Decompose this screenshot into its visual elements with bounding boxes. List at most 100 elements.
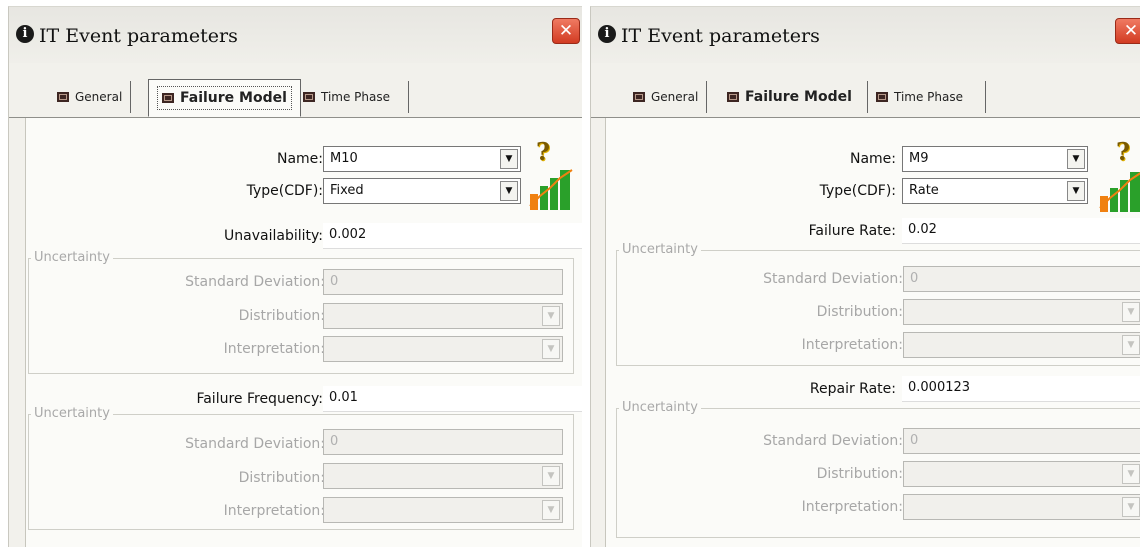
group-label: Uncertainty <box>31 406 113 421</box>
distribution-select[interactable]: ▼ <box>903 461 1140 487</box>
help-icon[interactable]: ? <box>536 137 550 166</box>
chevron-down-icon[interactable]: ▼ <box>500 181 518 201</box>
tab-label-wrap: Failure Model <box>157 86 292 110</box>
failure-model-panel: Name: M10 ▼ ? Type(CDF): Fixed ▼ Unavail… <box>25 118 582 547</box>
tab-general[interactable]: General <box>49 81 132 113</box>
distribution-label: Distribution: <box>816 466 903 482</box>
chevron-down-icon[interactable]: ▼ <box>1122 464 1140 484</box>
chevron-down-icon[interactable]: ▼ <box>1067 181 1085 201</box>
chevron-down-icon[interactable]: ▼ <box>1122 497 1140 517</box>
tab-time-phase[interactable]: Time Phase <box>867 81 987 113</box>
std-dev-input[interactable]: 0 <box>903 428 1140 454</box>
group-label: Uncertainty <box>31 250 113 265</box>
it-event-parameters-dialog-2: i IT Event parameters ✕ General Failure … <box>590 6 1140 547</box>
tab-label: General <box>75 90 123 104</box>
distribution-select[interactable]: ▼ <box>323 303 563 329</box>
tab-label: Time Phase <box>321 90 391 104</box>
std-dev-input[interactable]: 0 <box>323 269 563 295</box>
type-select[interactable]: Fixed ▼ <box>323 178 521 204</box>
std-dev-label: Standard Deviation: <box>763 433 903 449</box>
interpretation-label: Interpretation: <box>801 499 903 515</box>
group-label: Uncertainty <box>619 400 701 415</box>
info-icon: i <box>16 25 34 43</box>
name-value: M10 <box>330 151 358 166</box>
std-dev-label: Standard Deviation: <box>763 271 903 287</box>
tab-icon <box>633 92 645 102</box>
close-icon[interactable]: ✕ <box>552 18 580 44</box>
type-label: Type(CDF): <box>819 183 896 199</box>
tab-strip: General Failure Model Time Phase <box>9 63 582 118</box>
distribution-select[interactable]: ▼ <box>323 463 563 489</box>
name-select[interactable]: M9 ▼ <box>902 146 1088 172</box>
chevron-down-icon[interactable]: ▼ <box>542 466 560 486</box>
dialog-title: IT Event parameters <box>39 25 238 47</box>
distribution-label: Distribution: <box>816 304 903 320</box>
chevron-down-icon[interactable]: ▼ <box>542 339 560 359</box>
distribution-select[interactable]: ▼ <box>903 299 1140 325</box>
distribution-label: Distribution: <box>238 308 325 324</box>
distribution-label: Distribution: <box>238 470 325 486</box>
chevron-down-icon[interactable]: ▼ <box>542 500 560 520</box>
std-dev-input[interactable]: 0 <box>903 266 1140 292</box>
name-value: M9 <box>909 151 929 166</box>
interpretation-select[interactable]: ▼ <box>323 336 563 362</box>
bar-chart-icon[interactable] <box>528 166 578 210</box>
interpretation-select[interactable]: ▼ <box>323 497 563 523</box>
title-bar: i IT Event parameters ✕ <box>591 7 1140 63</box>
type-value: Rate <box>909 183 939 198</box>
type-value: Fixed <box>330 183 364 198</box>
bar-chart-icon[interactable] <box>1098 168 1140 212</box>
type-label: Type(CDF): <box>246 183 323 199</box>
close-icon[interactable]: ✕ <box>1115 18 1140 44</box>
tab-label: Time Phase <box>894 90 964 104</box>
interpretation-label: Interpretation: <box>223 341 325 357</box>
help-icon[interactable]: ? <box>1116 137 1130 166</box>
group-label: Uncertainty <box>619 242 701 257</box>
tab-strip: General Failure Model Time Phase <box>591 63 1140 118</box>
dialog-title: IT Event parameters <box>621 25 820 47</box>
tab-icon <box>57 92 69 102</box>
type-select[interactable]: Rate ▼ <box>902 178 1088 204</box>
name-label: Name: <box>276 151 323 167</box>
interpretation-label: Interpretation: <box>801 337 903 353</box>
tab-icon <box>303 92 315 102</box>
uncertainty-group: Uncertainty Standard Deviation: 0 Distri… <box>28 406 574 530</box>
uncertainty-group: Uncertainty Standard Deviation: 0 Distri… <box>616 400 1140 538</box>
name-label: Name: <box>849 151 896 167</box>
chevron-down-icon[interactable]: ▼ <box>500 149 518 169</box>
chevron-down-icon[interactable]: ▼ <box>542 306 560 326</box>
tab-icon <box>727 92 739 102</box>
interpretation-label: Interpretation: <box>223 503 325 519</box>
std-dev-input[interactable]: 0 <box>323 429 563 455</box>
uncertainty-group: Uncertainty Standard Deviation: 0 Distri… <box>616 242 1140 366</box>
chevron-down-icon[interactable]: ▼ <box>1067 149 1085 169</box>
failure-frequency-input[interactable]: 0.01 <box>323 386 582 412</box>
tab-label: Failure Model <box>745 89 852 105</box>
it-event-parameters-dialog-1: i IT Event parameters ✕ General Failure … <box>8 6 582 547</box>
unavailability-input[interactable]: 0.002 <box>323 223 582 249</box>
tab-icon <box>162 93 174 103</box>
tab-failure-model[interactable]: Failure Model <box>719 81 860 113</box>
uncertainty-group: Uncertainty Standard Deviation: 0 Distri… <box>28 250 574 374</box>
chevron-down-icon[interactable]: ▼ <box>1122 335 1140 355</box>
std-dev-label: Standard Deviation: <box>185 274 325 290</box>
chevron-down-icon[interactable]: ▼ <box>1122 302 1140 322</box>
failure-frequency-label: Failure Frequency: <box>196 391 323 407</box>
repair-rate-input[interactable]: 0.000123 <box>902 376 1140 402</box>
tab-failure-model[interactable]: Failure Model <box>148 79 301 117</box>
failure-rate-input[interactable]: 0.02 <box>902 218 1140 244</box>
repair-rate-label: Repair Rate: <box>809 381 896 397</box>
tab-icon <box>876 92 888 102</box>
interpretation-select[interactable]: ▼ <box>903 332 1140 358</box>
title-bar: i IT Event parameters ✕ <box>9 7 582 63</box>
std-dev-label: Standard Deviation: <box>185 436 325 452</box>
tab-label: General <box>651 90 699 104</box>
info-icon: i <box>598 25 616 43</box>
interpretation-select[interactable]: ▼ <box>903 494 1140 520</box>
failure-model-panel: Name: M9 ▼ ? Type(CDF): Rate ▼ Failure R… <box>605 118 1140 547</box>
tab-general[interactable]: General <box>625 81 708 113</box>
tab-time-phase[interactable]: Time Phase <box>295 81 410 113</box>
failure-rate-label: Failure Rate: <box>808 223 896 239</box>
name-select[interactable]: M10 ▼ <box>323 146 521 172</box>
unavailability-label: Unavailability: <box>224 228 323 244</box>
